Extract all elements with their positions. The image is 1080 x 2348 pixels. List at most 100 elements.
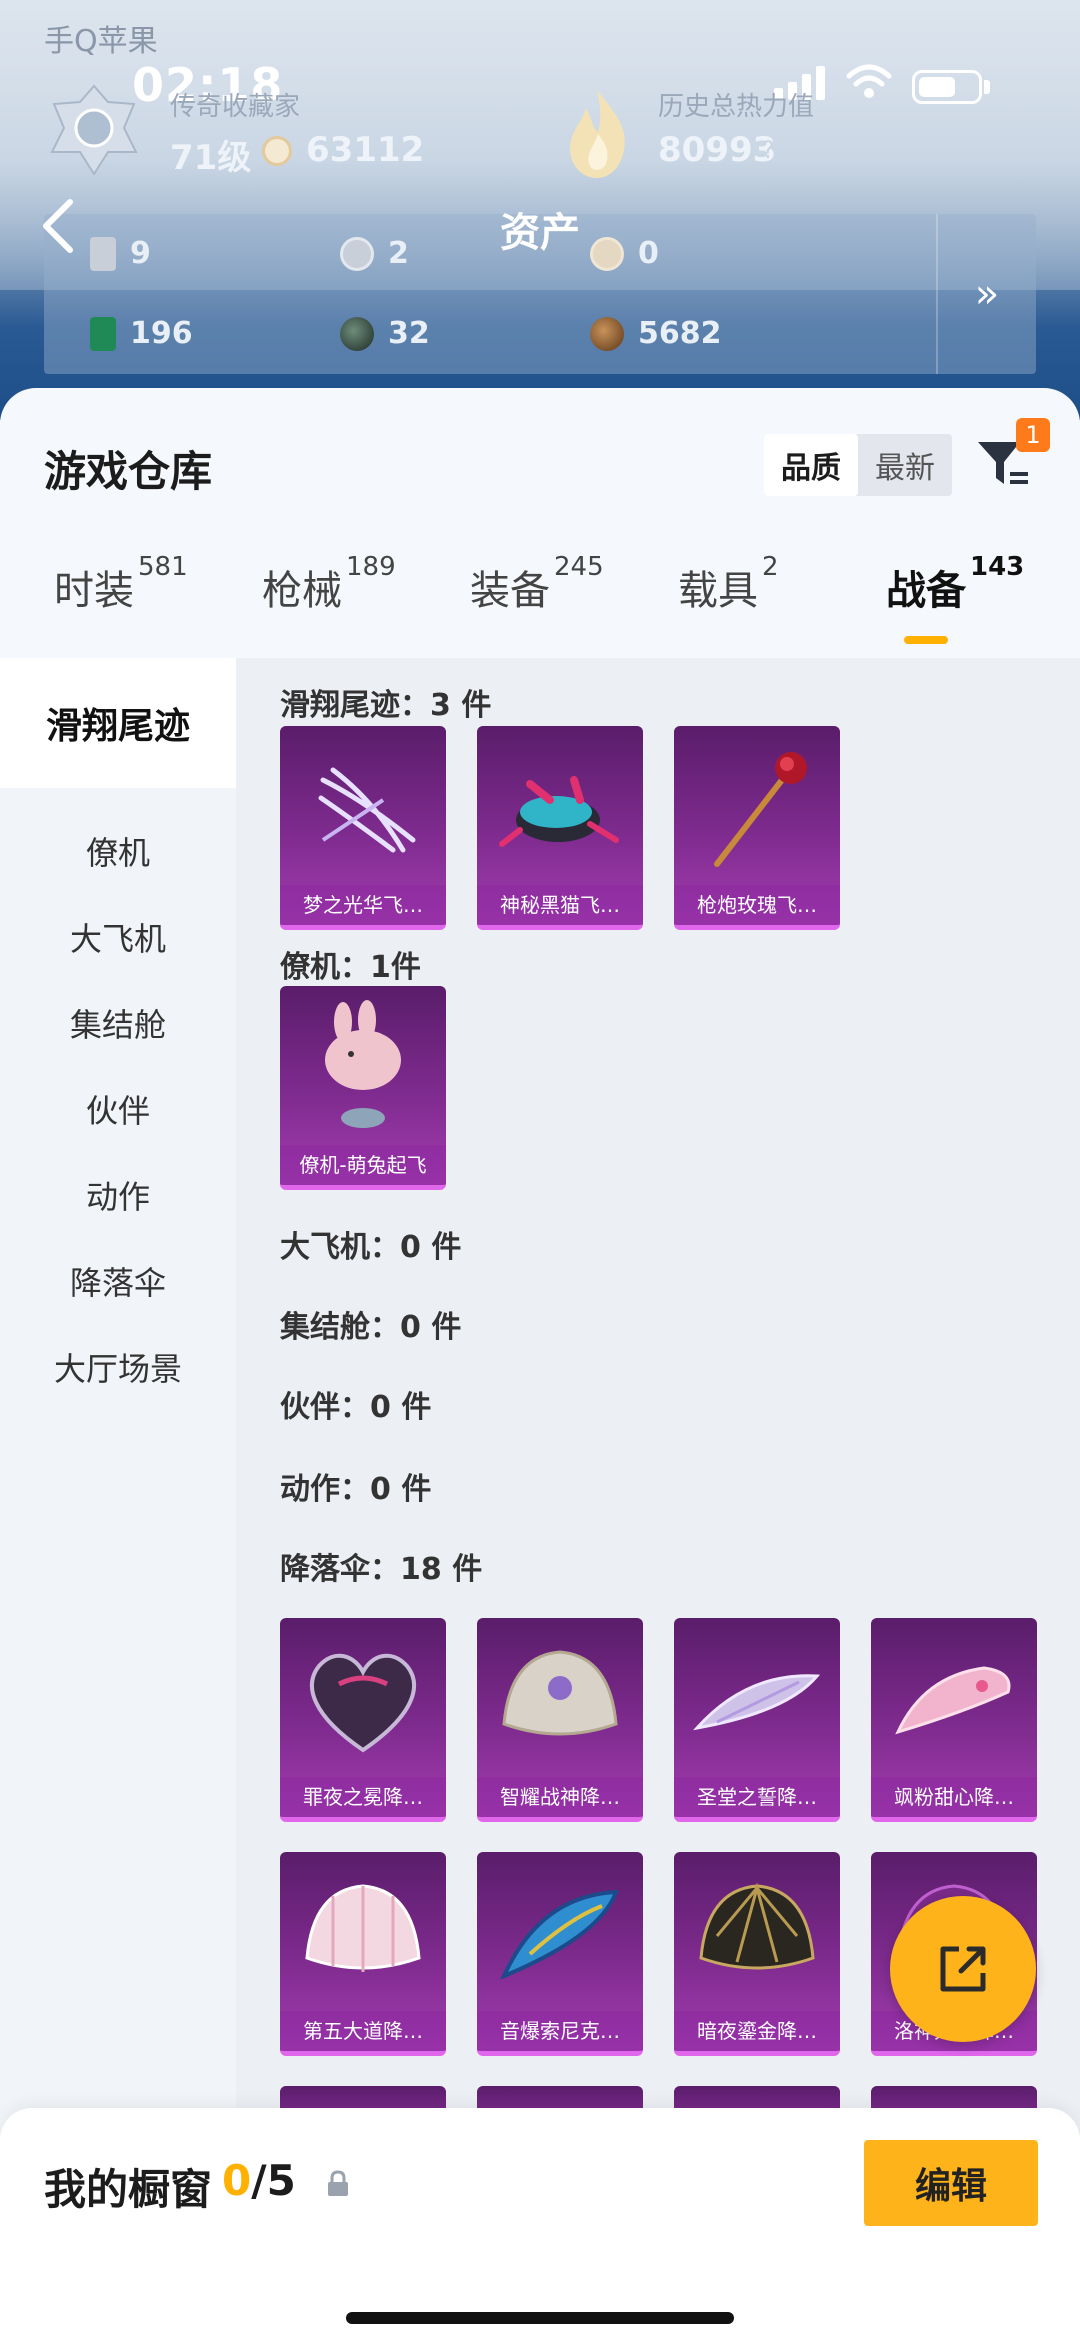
asset-bronze: 5682 (590, 316, 722, 351)
item-name: 第五大道降… (280, 2011, 446, 2051)
rose-staff-icon (714, 752, 807, 867)
showcase-count: 0/5 (222, 2156, 296, 2205)
section-bigplane-title: 大飞机：0 件 (280, 1230, 462, 1265)
plaid-parachute-icon (305, 1884, 421, 1972)
tab-count: 2 (762, 552, 779, 582)
section-action-title: 动作：0 件 (280, 1472, 432, 1507)
item-name: 暗夜鎏金降… (674, 2011, 840, 2051)
item-card[interactable]: 暗夜鎏金降… (674, 1852, 840, 2056)
battery-icon (912, 70, 982, 104)
item-name: 梦之光华飞… (280, 885, 446, 925)
warehouse-title: 游戏仓库 (44, 447, 213, 496)
sort-newest-button[interactable]: 最新 (858, 434, 952, 496)
page-title: 资产 (500, 210, 580, 256)
showcase-current: 0 (222, 2156, 252, 2205)
sidebar-item-lobby[interactable]: 大厅场景 (0, 1302, 236, 1432)
edit-button[interactable]: 编辑 (864, 2140, 1038, 2226)
level-value: 71级 (170, 138, 252, 178)
share-button[interactable] (890, 1896, 1036, 2042)
sidebar-item-trail[interactable]: 滑翔尾迹 (0, 658, 236, 788)
carrier: 手Q苹果 (44, 24, 158, 59)
item-card[interactable]: 僚机-萌兔起飞 (280, 986, 446, 1190)
warehouse-card: 游戏仓库 品质 最新 1 时装581 枪械189 装备245 载具2 战备143… (0, 388, 1080, 2348)
asset-orb: 32 (340, 316, 430, 351)
tab-equipment[interactable]: 装备245 (470, 552, 604, 616)
item-name: 圣堂之誓降… (674, 1777, 840, 1817)
wifi-icon (846, 64, 892, 98)
sonic-parachute-icon (500, 1889, 619, 1980)
heart-parachute-icon (310, 1653, 416, 1753)
item-name: 音爆索尼克… (477, 2011, 643, 2051)
item-card[interactable]: 第五大道降… (280, 1852, 446, 2056)
item-name: 罪夜之冕降… (280, 1777, 446, 1817)
lock-icon (328, 2170, 348, 2196)
item-card[interactable]: 梦之光华飞… (280, 726, 446, 930)
bronze-coin-icon (590, 316, 624, 351)
share-icon (940, 1946, 986, 1992)
item-name: 枪炮玫瑰飞… (674, 885, 840, 925)
home-indicator (346, 2312, 734, 2324)
tab-label: 战备 (886, 568, 966, 614)
tab-count: 143 (970, 552, 1025, 582)
showcase-label: 我的橱窗 (44, 2165, 213, 2214)
item-name: 智耀战神降… (477, 1777, 643, 1817)
tab-count: 189 (346, 552, 396, 582)
gold-dark-parachute-icon (699, 1882, 815, 1970)
sort-toggle: 品质 最新 (764, 434, 952, 496)
item-card[interactable]: 圣堂之誓降… (674, 1618, 840, 1822)
asset-value: 5682 (638, 316, 722, 351)
filter-badge: 1 (1016, 418, 1050, 452)
tab-guns[interactable]: 枪械189 (262, 552, 396, 616)
tab-indicator (904, 636, 948, 644)
tab-label: 时装 (54, 568, 134, 614)
item-card[interactable]: 音爆索尼克… (477, 1852, 643, 2056)
heat-label: 历史总热力值 (658, 92, 815, 122)
profile-header: 手Q苹果 02:18 传奇收藏家 71级 63112 历史总热力值 80993 … (0, 0, 1080, 420)
tab-count: 245 (554, 552, 604, 582)
item-card[interactable]: 神秘黑猫飞… (477, 726, 643, 930)
tab-combat-gear[interactable]: 战备143 (886, 552, 1024, 616)
heat-value: 80993 (658, 130, 777, 170)
item-name: 飒粉甜心降… (871, 1777, 1037, 1817)
item-name: 僚机-萌兔起飞 (280, 1145, 446, 1185)
section-trail-title: 滑翔尾迹：3 件 (280, 688, 492, 723)
tab-label: 载具 (678, 568, 758, 614)
wing-trail-icon (318, 767, 416, 853)
collector-badge-icon (50, 84, 138, 176)
category-tabs: 时装581 枪械189 装备245 载具2 战备143 (0, 552, 1080, 648)
dome-parachute-icon (502, 1650, 618, 1736)
battery-tip (984, 80, 990, 94)
coin-value: 63112 (306, 130, 425, 170)
tab-vehicles[interactable]: 载具2 (678, 552, 779, 616)
asset-value: 32 (388, 316, 430, 351)
item-card[interactable]: 枪炮玫瑰飞… (674, 726, 840, 930)
showcase-total: /5 (251, 2156, 296, 2205)
asset-row-2: 196 32 5682 (44, 302, 944, 362)
section-parachute-title: 降落伞：18 件 (280, 1552, 483, 1587)
sidebar: 滑翔尾迹 僚机 大飞机 集结舱 伙伴 动作 降落伞 大厅场景 (0, 658, 236, 2218)
green-card-icon (90, 316, 116, 351)
tab-count: 581 (138, 552, 188, 582)
wing-parachute-icon (692, 1674, 821, 1731)
level-label: 传奇收藏家 (170, 92, 301, 122)
black-cat-plane-icon (499, 776, 619, 847)
tab-label: 装备 (470, 568, 550, 614)
item-card[interactable]: 罪夜之冕降… (280, 1618, 446, 1822)
bunny-plane-icon (325, 1000, 401, 1128)
asset-value: 196 (130, 316, 193, 351)
sort-quality-button[interactable]: 品质 (764, 434, 858, 496)
tab-fashion[interactable]: 时装581 (54, 552, 188, 616)
orb-icon (340, 316, 374, 351)
item-card[interactable]: 智耀战神降… (477, 1618, 643, 1822)
coin-icon (262, 136, 292, 166)
heat-help-icon[interactable]: ? (762, 136, 775, 164)
flame-icon (570, 90, 625, 178)
pink-parachute-icon (895, 1666, 1011, 1735)
section-partner-title: 伙伴：0 件 (280, 1390, 432, 1425)
item-name: 神秘黑猫飞… (477, 885, 643, 925)
tab-label: 枪械 (262, 568, 342, 614)
section-capsule-title: 集结舱：0 件 (280, 1310, 462, 1345)
section-wingman-title: 僚机：1件 (280, 950, 421, 985)
asset-green-card: 196 (90, 316, 193, 351)
item-card[interactable]: 飒粉甜心降… (871, 1618, 1037, 1822)
